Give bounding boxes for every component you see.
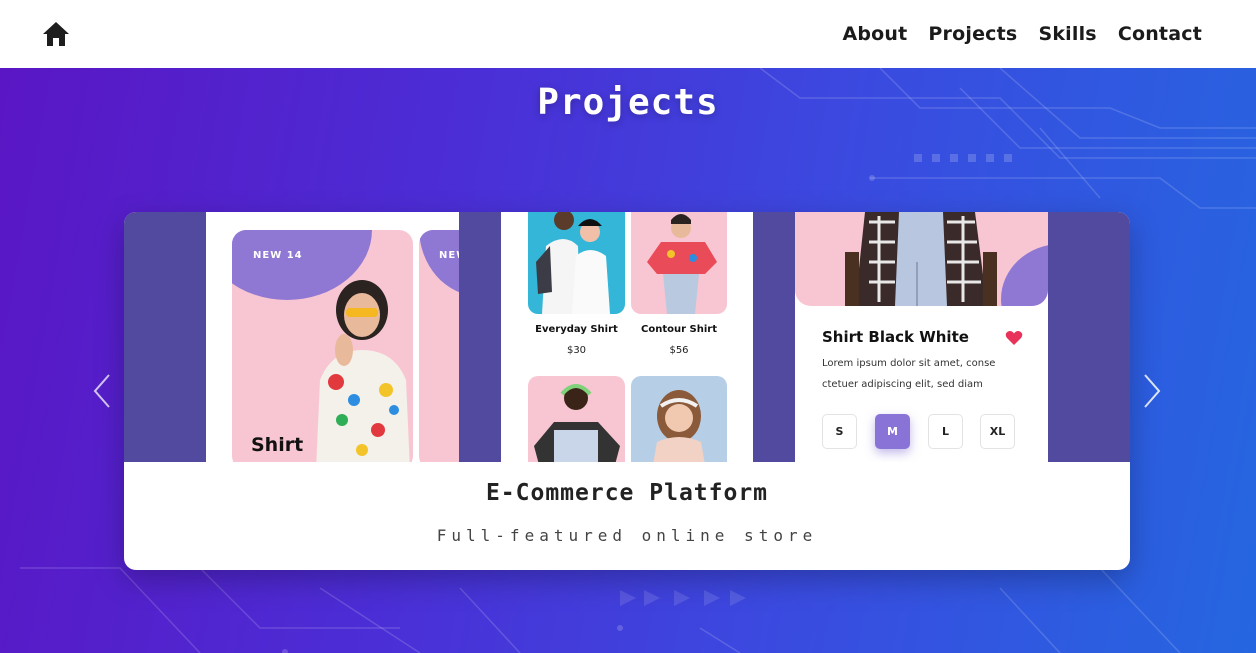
product-price-1: $30 [566, 345, 587, 356]
carousel-prev-button[interactable] [87, 366, 117, 416]
project-image: NEW 14 Shirt NE Everyday Shirt $30 Conto… [124, 212, 1130, 462]
product-photo-1 [536, 212, 610, 314]
product-image-2 [631, 212, 727, 314]
carousel-next-button[interactable] [1137, 366, 1167, 416]
category-card-next: NEW [419, 230, 459, 462]
detail-blob [1001, 244, 1048, 306]
new-badge: NEW 14 [253, 250, 303, 261]
project-title: E-Commerce Platform [485, 480, 769, 506]
chevron-right-icon [1144, 374, 1161, 408]
category-label: Shirt [251, 434, 304, 456]
product-photo-3 [534, 384, 620, 462]
nav-link-skills[interactable]: Skills [1038, 23, 1096, 45]
mockup-product-detail-screen: Shirt Black White Lorem ipsum dolor sit … [795, 212, 1048, 462]
nav-links: About Projects Skills Contact [842, 23, 1202, 45]
navbar: About Projects Skills Contact [0, 0, 1256, 68]
chevron-left-icon [93, 374, 110, 408]
heart-icon[interactable] [1005, 330, 1023, 346]
project-card[interactable]: NEW 14 Shirt NE Everyday Shirt $30 Conto… [124, 212, 1130, 570]
new-badge-next: NEW [439, 250, 459, 261]
size-option-s[interactable]: S [822, 414, 857, 449]
category-card: NEW 14 Shirt [232, 230, 413, 462]
product-photo-2 [647, 214, 717, 314]
home-icon [43, 22, 69, 46]
detail-desc-line-2: ctetuer adipiscing elit, sed diam [822, 379, 983, 390]
size-option-m[interactable]: M [875, 414, 910, 449]
home-button[interactable] [40, 18, 72, 50]
product-image-3 [528, 376, 625, 462]
product-name-2: Contour Shirt [641, 324, 717, 335]
projects-section: Projects NEW 14 Shirt NE Everyday Shirt … [0, 68, 1256, 653]
nav-link-projects[interactable]: Projects [928, 23, 1017, 45]
detail-model-photo [845, 212, 997, 306]
product-price-2: $56 [669, 345, 689, 356]
detail-hero [795, 212, 1048, 306]
size-option-l[interactable]: L [928, 414, 963, 449]
nav-link-contact[interactable]: Contact [1118, 23, 1202, 45]
product-photo-4 [653, 390, 705, 462]
model-photo [316, 280, 410, 462]
product-image-1 [528, 212, 625, 314]
product-name-1: Everyday Shirt [535, 324, 618, 335]
detail-desc-line-1: Lorem ipsum dolor sit amet, conse [822, 358, 996, 369]
badge-blob-next [419, 230, 459, 296]
size-option-xl[interactable]: XL [980, 414, 1015, 449]
project-subtitle: Full-featured online store [436, 526, 818, 545]
mockup-category-screen: NEW 14 Shirt NE [206, 212, 459, 462]
project-card-body: E-Commerce Platform Full-featured online… [124, 462, 1130, 570]
section-title: Projects [537, 82, 719, 123]
detail-title: Shirt Black White [822, 328, 969, 346]
nav-link-about[interactable]: About [842, 23, 907, 45]
product-image-4 [631, 376, 727, 462]
mockup-product-grid-screen: Everyday Shirt $30 Contour Shirt $56 [501, 212, 753, 462]
